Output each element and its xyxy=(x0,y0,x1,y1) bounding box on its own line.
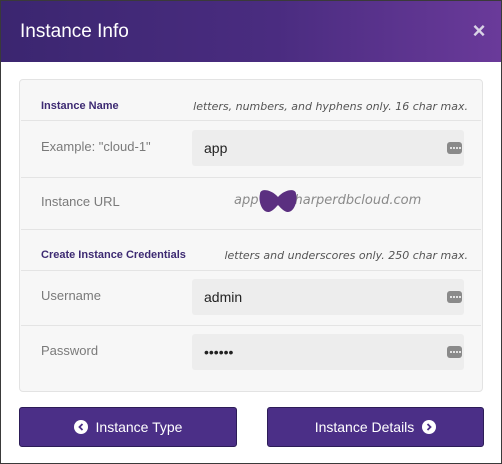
instance-details-button[interactable]: Instance Details xyxy=(267,407,484,447)
close-icon[interactable]: × xyxy=(467,19,491,43)
redaction-blob xyxy=(259,190,297,213)
password-manager-icon[interactable] xyxy=(447,346,462,358)
username-label: Username xyxy=(41,288,101,303)
divider xyxy=(21,325,481,326)
instance-url-prefix: app xyxy=(234,193,259,208)
instance-name-input[interactable] xyxy=(204,130,424,166)
username-field[interactable] xyxy=(192,279,464,315)
instance-url-suffix: harperdbcloud.com xyxy=(294,193,422,208)
modal-header: Instance Info × xyxy=(1,1,501,62)
credentials-section-title: Create Instance Credentials xyxy=(41,249,186,261)
modal-title: Instance Info xyxy=(20,21,129,42)
password-field[interactable] xyxy=(192,334,464,370)
divider xyxy=(21,270,481,271)
instance-name-section-title: Instance Name xyxy=(41,100,119,112)
form-card: Instance Name letters, numbers, and hyph… xyxy=(19,79,483,392)
password-label: Password xyxy=(41,343,99,358)
instance-name-label: Example: "cloud-1" xyxy=(41,139,151,154)
divider xyxy=(21,177,481,178)
instance-url-label: Instance URL xyxy=(41,194,120,209)
chevron-left-circle-icon xyxy=(73,420,88,434)
divider xyxy=(21,120,481,121)
instance-type-label: Instance Type xyxy=(95,419,183,435)
divider xyxy=(21,229,481,230)
credentials-hint: letters and underscores only. 250 char m… xyxy=(224,249,468,262)
password-input[interactable] xyxy=(204,334,424,370)
username-input[interactable] xyxy=(204,279,424,315)
instance-info-modal: Instance Info × Instance Name letters, n… xyxy=(0,0,502,464)
instance-name-field[interactable] xyxy=(192,130,464,166)
password-manager-icon[interactable] xyxy=(447,291,462,303)
instance-name-hint: letters, numbers, and hyphens only. 16 c… xyxy=(193,100,468,113)
password-manager-icon[interactable] xyxy=(447,142,462,154)
instance-details-label: Instance Details xyxy=(314,419,415,435)
instance-type-button[interactable]: Instance Type xyxy=(19,407,237,447)
chevron-right-circle-icon xyxy=(422,420,437,434)
